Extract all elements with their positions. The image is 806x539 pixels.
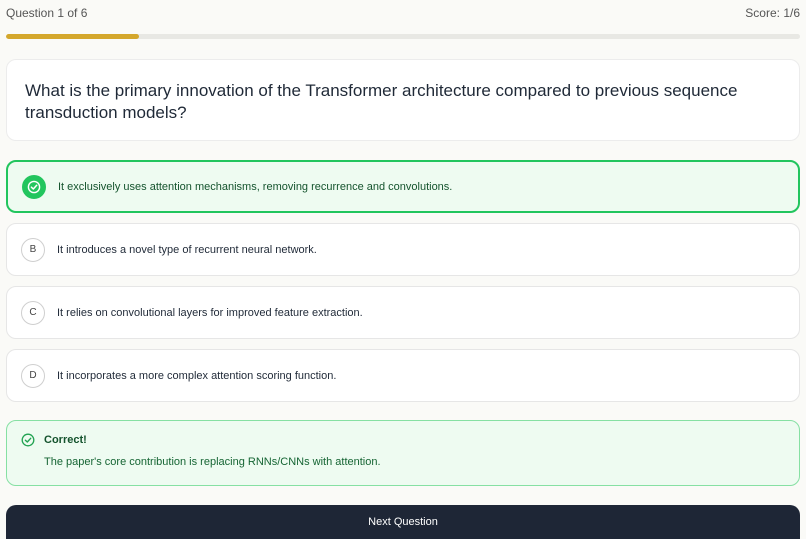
option-a-text: It exclusively uses attention mechanisms… — [58, 180, 453, 193]
option-c[interactable]: C It relies on convolutional layers for … — [6, 286, 800, 339]
question-card: What is the primary innovation of the Tr… — [6, 59, 800, 141]
question-counter: Question 1 of 6 — [6, 6, 88, 20]
option-c-letter: C — [21, 300, 45, 325]
option-b[interactable]: B It introduces a novel type of recurren… — [6, 223, 800, 276]
check-icon — [22, 174, 46, 199]
next-question-button[interactable]: Next Question — [6, 505, 800, 539]
quiz-header: Question 1 of 6 Score: 1/6 — [6, 0, 800, 22]
option-d[interactable]: D It incorporates a more complex attenti… — [6, 349, 800, 402]
option-d-text: It incorporates a more complex attention… — [57, 369, 337, 382]
answer-options: It exclusively uses attention mechanisms… — [6, 160, 800, 402]
progress-bar — [6, 34, 800, 39]
question-text: What is the primary innovation of the Tr… — [25, 81, 738, 122]
check-circle-icon — [21, 433, 35, 447]
progress-fill — [6, 34, 139, 39]
feedback-message: The paper's core contribution is replaci… — [44, 456, 381, 468]
feedback-header: Correct! — [21, 433, 785, 447]
option-b-letter: B — [21, 237, 45, 262]
option-b-text: It introduces a novel type of recurrent … — [57, 243, 317, 256]
score-label: Score: 1/6 — [745, 6, 800, 20]
option-a[interactable]: It exclusively uses attention mechanisms… — [6, 160, 800, 213]
option-d-letter: D — [21, 363, 45, 388]
option-c-text: It relies on convolutional layers for im… — [57, 306, 363, 319]
quiz-page: Question 1 of 6 Score: 1/6 What is the p… — [0, 0, 806, 539]
feedback-panel: Correct! The paper's core contribution i… — [6, 420, 800, 486]
feedback-title: Correct! — [44, 434, 87, 446]
